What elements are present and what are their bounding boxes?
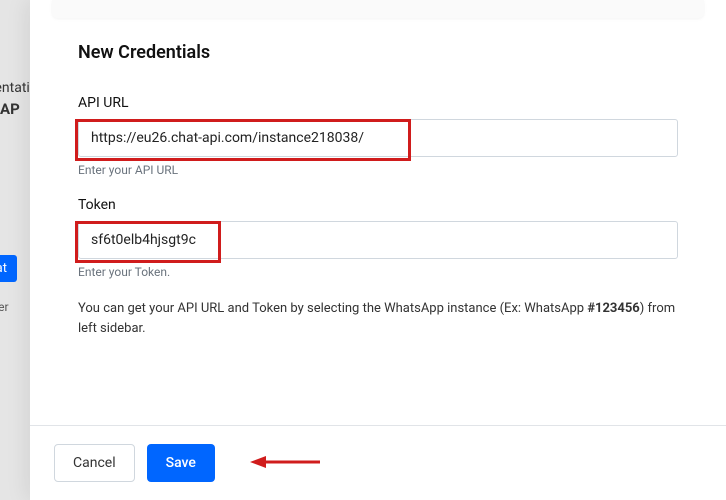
modal-title: New Credentials [78, 42, 678, 63]
credentials-modal: New Credentials API URL Enter your API U… [30, 0, 726, 500]
bg-text-small: partner [0, 300, 9, 314]
save-button[interactable]: Save [147, 444, 215, 482]
api-url-field-group: API URL Enter your API URL [78, 95, 678, 177]
token-field-group: Token Enter your Token. [78, 197, 678, 279]
token-input[interactable] [78, 221, 678, 259]
modal-body: New Credentials API URL Enter your API U… [30, 18, 726, 348]
api-url-label: API URL [78, 95, 678, 111]
info-text-bold: #123456 [587, 301, 639, 316]
modal-footer: Cancel Save [30, 425, 726, 500]
bg-chip: Chat [0, 255, 17, 282]
info-text: You can get your API URL and Token by se… [78, 299, 678, 338]
cancel-button[interactable]: Cancel [54, 444, 135, 482]
previous-card-edge [52, 0, 704, 18]
bg-text-bold: AP [0, 100, 20, 118]
info-text-prefix: You can get your API URL and Token by se… [78, 301, 587, 316]
api-url-input[interactable] [78, 119, 678, 157]
token-label: Token [78, 197, 678, 213]
api-url-hint: Enter your API URL [78, 163, 678, 177]
token-hint: Enter your Token. [78, 265, 678, 279]
